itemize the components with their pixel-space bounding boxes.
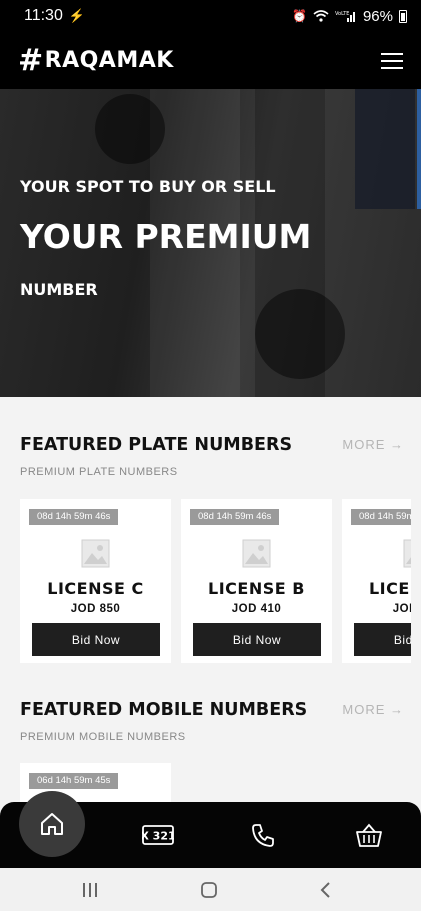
hero-small-text: NUMBER (20, 280, 98, 299)
countdown-timer: 08d 14h 59m 46s (351, 509, 411, 525)
plate-card[interactable]: 08d 14h 59m 46s LICENSE C JOD 850 Bid No… (20, 499, 171, 663)
plates-section-title: FEATURED PLATE NUMBERS (20, 435, 293, 455)
home-system-button[interactable] (198, 880, 220, 900)
mobiles-section-subtitle: PREMIUM MOBILE NUMBERS (20, 731, 186, 743)
plates-more-label: MORE (342, 437, 386, 452)
license-plate-icon: X 321 (142, 825, 174, 845)
building-shape (355, 89, 415, 209)
palm-tree-shape (95, 94, 165, 164)
tree-shape (255, 289, 345, 379)
countdown-timer: 06d 14h 59m 45s (29, 773, 119, 789)
logo[interactable]: # RAQAMAK (18, 42, 174, 78)
card-title: LICENSE A (368, 579, 411, 598)
plate-cards-carousel[interactable]: 08d 14h 59m 46s LICENSE C JOD 850 Bid No… (20, 499, 411, 663)
hero-edge (417, 89, 421, 209)
recent-apps-icon (83, 883, 97, 897)
countdown-timer: 08d 14h 59m 46s (190, 509, 280, 525)
image-placeholder-icon (242, 539, 271, 568)
svg-text:VoLTE: VoLTE (335, 11, 349, 17)
system-nav-bar (0, 868, 421, 911)
home-nav-button[interactable] (19, 791, 85, 857)
hero-title: YOUR PREMIUM (20, 217, 312, 256)
image-placeholder-icon (403, 539, 411, 568)
mobiles-more-label: MORE (342, 702, 386, 717)
charging-icon: ⚡ (68, 8, 86, 23)
card-price: JOD 850 (70, 603, 121, 615)
alarm-icon: ⏰ (292, 9, 307, 23)
card-price: JOD 410 (231, 603, 282, 615)
bid-now-button[interactable]: Bid Now (354, 623, 411, 656)
plate-icon-text: X 321 (142, 830, 174, 843)
back-button[interactable] (316, 880, 336, 900)
call-nav-button[interactable] (248, 820, 278, 850)
home-icon (41, 813, 63, 835)
home-square-icon (201, 882, 217, 898)
basket-icon (356, 823, 382, 847)
card-price: JOD 400 (392, 603, 411, 615)
bid-now-button[interactable]: Bid Now (193, 623, 321, 656)
plate-card[interactable]: 08d 14h 59m 46s LICENSE B JOD 410 Bid No… (181, 499, 332, 663)
recent-apps-button[interactable] (80, 880, 100, 900)
wifi-icon (313, 10, 329, 22)
status-time: 11:30 (24, 7, 63, 24)
battery-icon (399, 9, 407, 23)
image-placeholder-icon (81, 539, 110, 568)
card-title: LICENSE C (47, 579, 144, 598)
hamburger-menu-icon[interactable] (381, 52, 403, 69)
arrow-right-icon: → (390, 437, 404, 452)
back-chevron-icon (320, 882, 330, 898)
mobiles-section-title: FEATURED MOBILE NUMBERS (20, 700, 308, 720)
hash-icon: # (18, 42, 44, 78)
plate-numbers-nav-button[interactable]: X 321 (140, 820, 176, 850)
countdown-timer: 08d 14h 59m 46s (29, 509, 119, 525)
plate-card[interactable]: 08d 14h 59m 46s LICENSE A JOD 400 Bid No… (342, 499, 411, 663)
app-header: # RAQAMAK (0, 32, 421, 89)
card-title: LICENSE B (208, 579, 305, 598)
plates-more-link[interactable]: MORE → (342, 437, 404, 452)
signal-icon: VoLTE (335, 11, 355, 22)
status-bar: 11:30 ⚡ ⏰ VoLTE 96% (0, 0, 421, 32)
hero-subtitle: YOUR SPOT TO BUY OR SELL (20, 177, 276, 196)
cart-nav-button[interactable] (354, 820, 384, 850)
status-icons: ⏰ VoLTE 96% (292, 8, 407, 25)
phone-icon (252, 824, 274, 847)
battery-percent: 96% (362, 7, 393, 25)
hero-banner: YOUR SPOT TO BUY OR SELL YOUR PREMIUM NU… (0, 89, 421, 397)
logo-text: RAQAMAK (44, 48, 174, 73)
arrow-right-icon: → (390, 702, 404, 717)
mobiles-more-link[interactable]: MORE → (342, 702, 404, 717)
bid-now-button[interactable]: Bid Now (32, 623, 160, 656)
plates-section-subtitle: PREMIUM PLATE NUMBERS (20, 466, 178, 478)
